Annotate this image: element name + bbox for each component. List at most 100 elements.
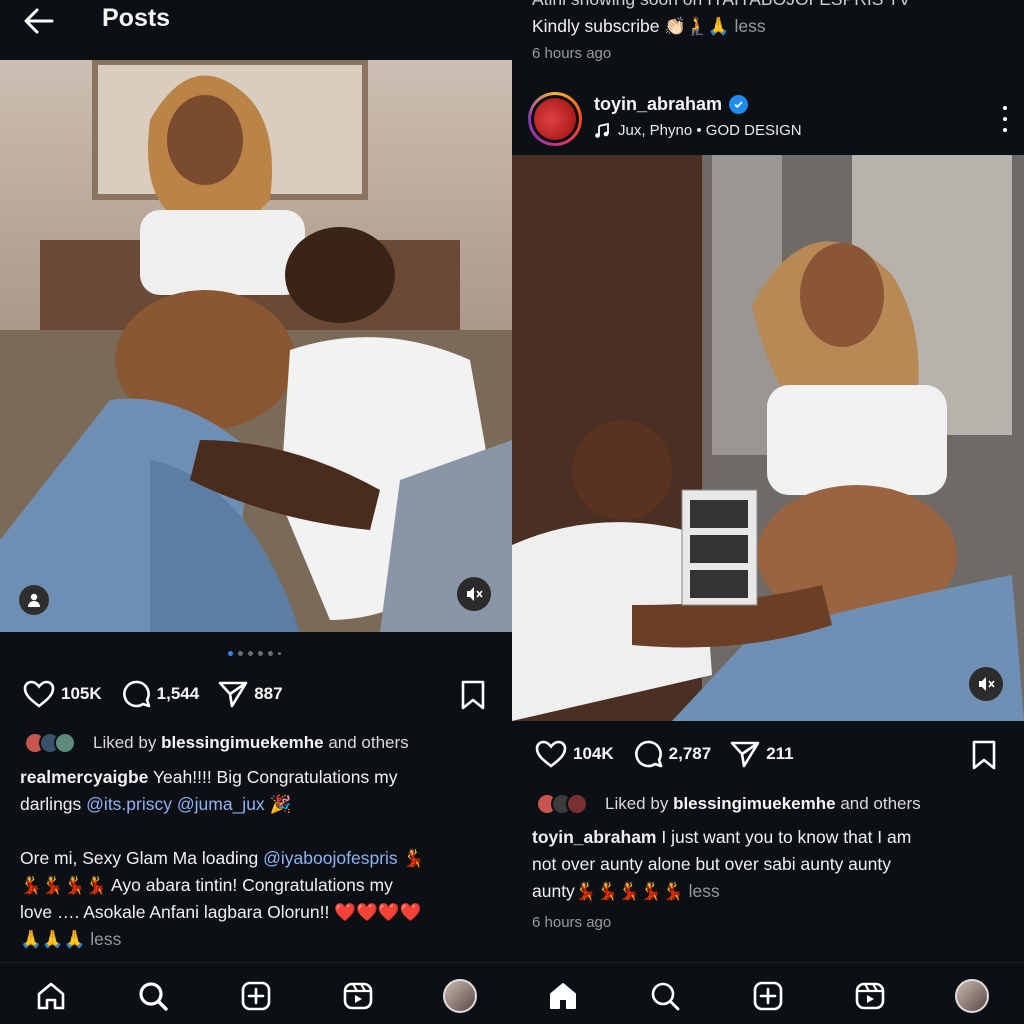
- caption-text: Kindly subscribe 👏🏻🧎🙏: [532, 16, 730, 36]
- search-icon: [139, 982, 168, 1011]
- caption-text: not over aunty alone but over sabi aunty…: [532, 854, 891, 874]
- music-note-icon: [595, 122, 609, 138]
- nav-profile[interactable]: [955, 979, 989, 1013]
- search-icon: [651, 982, 680, 1011]
- comment-count: 2,787: [668, 744, 712, 763]
- carousel-dot: [238, 651, 243, 656]
- previous-post-caption: Atinl showing soon on IYAIYABOJOFESPRIS …: [532, 0, 1012, 40]
- speaker-muted-icon: [979, 677, 995, 691]
- mute-button[interactable]: [969, 667, 1003, 701]
- tagged-people-button[interactable]: [19, 585, 49, 615]
- caption-text: 💃💃💃💃 Ayo abara tintin! Congratulations m…: [20, 875, 393, 895]
- liked-by[interactable]: Liked by blessingimuekemhe and others: [536, 793, 921, 815]
- caption-text: love …. Asokale Anfani lagbara Olorun!! …: [20, 902, 422, 922]
- liked-by-user[interactable]: blessingimuekemhe: [673, 794, 836, 814]
- top-bar: Posts: [0, 0, 512, 58]
- carousel-dot: [228, 651, 233, 656]
- story-ring[interactable]: [528, 92, 582, 146]
- page-title: Posts: [102, 4, 171, 32]
- liked-by-suffix: and others: [840, 794, 921, 813]
- heart-icon: [23, 680, 55, 708]
- user-avatar: [534, 98, 576, 140]
- caption-text: aunty💃💃💃💃💃: [532, 881, 684, 901]
- nav-reels[interactable]: [341, 979, 375, 1013]
- share-count: 211: [766, 744, 794, 763]
- share-button[interactable]: 211: [729, 739, 794, 769]
- caption-username[interactable]: toyin_abraham: [532, 827, 656, 847]
- share-count: 887: [254, 684, 283, 703]
- post-photo[interactable]: [0, 60, 512, 632]
- post-caption: toyin_abraham I just want you to know th…: [532, 824, 1012, 905]
- mention-link[interactable]: @juma_jux: [177, 794, 265, 814]
- liker-avatars: [24, 732, 76, 754]
- reels-icon: [343, 982, 373, 1010]
- share-button[interactable]: 887: [217, 679, 283, 709]
- nav-search[interactable]: [648, 979, 682, 1013]
- comment-icon: [634, 740, 662, 768]
- nav-home[interactable]: [34, 979, 68, 1013]
- comment-button[interactable]: 2,787: [632, 739, 712, 769]
- like-button[interactable]: 105K: [22, 679, 102, 709]
- nav-search[interactable]: [136, 979, 170, 1013]
- comment-icon: [122, 680, 150, 708]
- less-link[interactable]: less: [735, 16, 766, 36]
- carousel-dot: [268, 651, 273, 656]
- post-username[interactable]: toyin_abraham: [594, 94, 749, 115]
- left-screen: Posts 105K 1,544 887 Liked by blessingim…: [0, 0, 512, 1024]
- carousel-dot: [258, 651, 263, 656]
- audio-track[interactable]: Jux, Phyno • GOD DESIGN: [594, 122, 802, 139]
- more-options-icon[interactable]: [1000, 106, 1010, 132]
- liker-avatars: [536, 793, 588, 815]
- bookmark-icon[interactable]: [459, 679, 487, 711]
- caption-text: 🙏🙏🙏: [20, 929, 86, 949]
- verified-badge-icon: [729, 95, 749, 114]
- liked-by-prefix: Liked by: [93, 733, 157, 752]
- music-text: Jux, Phyno • GOD DESIGN: [618, 122, 802, 139]
- post-actions: 104K 2,787 211: [534, 737, 812, 771]
- caption-text: Yeah!!!! Big Congratulations my: [152, 767, 398, 787]
- liked-by-prefix: Liked by: [605, 794, 669, 813]
- post-header: toyin_abraham Jux, Phyno • GOD DESIGN: [512, 86, 1024, 152]
- send-icon: [730, 741, 760, 768]
- back-arrow-icon[interactable]: [22, 6, 56, 36]
- less-link[interactable]: less: [90, 929, 121, 949]
- carousel-indicator: [228, 651, 281, 656]
- liked-by-suffix: and others: [328, 733, 409, 752]
- liked-by-user[interactable]: blessingimuekemhe: [161, 733, 324, 753]
- right-screen: Atinl showing soon on IYAIYABOJOFESPRIS …: [512, 0, 1024, 1024]
- caption-emoji: 🎉: [269, 794, 292, 814]
- reels-icon: [855, 982, 885, 1010]
- caption-emoji: 💃: [402, 848, 425, 868]
- less-link[interactable]: less: [689, 881, 720, 901]
- nav-profile[interactable]: [443, 979, 477, 1013]
- mute-button[interactable]: [457, 577, 491, 611]
- person-icon: [28, 593, 40, 607]
- avatar: [566, 793, 588, 815]
- home-icon: [37, 982, 65, 1010]
- create-icon: [753, 981, 783, 1011]
- speaker-muted-icon: [467, 587, 483, 601]
- nav-home[interactable]: [546, 979, 580, 1013]
- liked-by[interactable]: Liked by blessingimuekemhe and others: [24, 732, 409, 754]
- caption-username[interactable]: realmercyaigbe: [20, 767, 148, 787]
- comment-button[interactable]: 1,544: [120, 679, 200, 709]
- nav-create[interactable]: [751, 979, 785, 1013]
- nav-reels[interactable]: [853, 979, 887, 1013]
- bookmark-icon[interactable]: [970, 739, 998, 771]
- create-icon: [241, 981, 271, 1011]
- like-count: 104K: [573, 744, 614, 763]
- carousel-dot: [248, 651, 253, 656]
- comment-count: 1,544: [156, 684, 200, 703]
- post-timestamp: 6 hours ago: [532, 914, 612, 931]
- post-actions: 105K 1,544 887: [22, 677, 301, 711]
- like-button[interactable]: 104K: [534, 739, 614, 769]
- carousel-dot: [278, 652, 281, 655]
- mention-link[interactable]: @its.priscy: [86, 794, 172, 814]
- bottom-nav: [512, 962, 1024, 1024]
- post-caption: realmercyaigbe Yeah!!!! Big Congratulati…: [20, 764, 500, 953]
- avatar: [54, 732, 76, 754]
- post-photo[interactable]: [512, 155, 1024, 721]
- mention-link[interactable]: @iyaboojofespris: [263, 848, 398, 868]
- nav-create[interactable]: [239, 979, 273, 1013]
- profile-avatar: [443, 979, 477, 1013]
